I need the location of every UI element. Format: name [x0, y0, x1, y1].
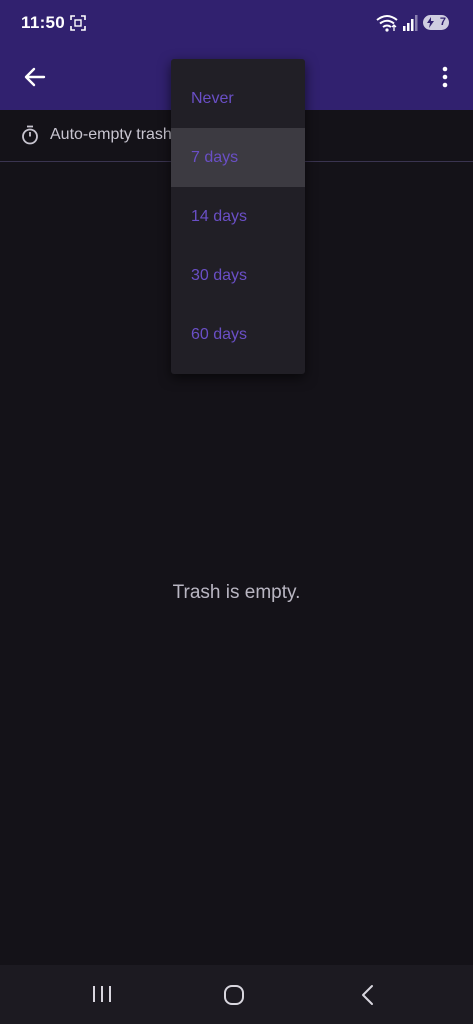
trash-screen: 11:50 7 Auto-empty trash Trash is empty.… — [0, 0, 473, 1024]
system-nav-bar — [0, 965, 473, 1024]
wifi-icon — [376, 15, 398, 32]
auto-empty-trash-label: Auto-empty trash — [50, 126, 172, 143]
auto-empty-dropdown-menu: Never 7 days 14 days 30 days 60 days — [171, 59, 305, 374]
battery-level: 7 — [439, 16, 446, 28]
menu-item-never[interactable]: Never — [171, 69, 305, 128]
empty-state-message: Trash is empty. — [172, 582, 301, 603]
bolt-icon — [427, 17, 434, 28]
menu-item-7-days[interactable]: 7 days — [171, 128, 305, 187]
home-icon[interactable] — [223, 984, 245, 1006]
menu-item-14-days[interactable]: 14 days — [171, 187, 305, 246]
timer-icon — [22, 125, 38, 145]
menu-item-60-days[interactable]: 60 days — [171, 305, 305, 364]
signal-icon — [403, 15, 418, 31]
menu-item-30-days[interactable]: 30 days — [171, 246, 305, 305]
status-bar: 11:50 7 — [0, 0, 473, 46]
screenshot-icon — [70, 15, 86, 31]
more-vert-icon[interactable] — [433, 60, 457, 94]
recent-apps-icon[interactable] — [91, 984, 113, 1004]
battery-charging-icon: 7 — [423, 15, 449, 30]
nav-back-icon[interactable] — [359, 984, 375, 1006]
arrow-back-icon[interactable] — [18, 60, 52, 94]
status-time: 11:50 — [21, 13, 66, 32]
